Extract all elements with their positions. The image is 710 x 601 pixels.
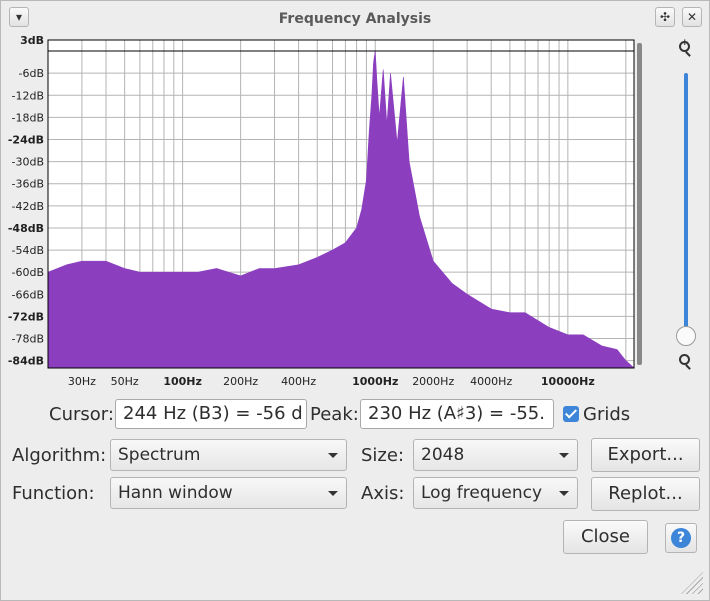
y-tick-label: -84dB	[8, 355, 44, 368]
y-tick-label: -60dB	[12, 266, 45, 279]
x-tick-label: 100Hz	[163, 375, 202, 388]
axis-select[interactable]: Log frequency	[413, 477, 578, 509]
window-title: Frequency Analysis	[278, 11, 432, 27]
function-value: Hann window	[118, 483, 233, 503]
help-button[interactable]: ?	[665, 523, 697, 553]
algorithm-select[interactable]: Spectrum	[110, 439, 347, 471]
close-window-button[interactable]: ✕	[682, 7, 702, 27]
x-tick-label: 2000Hz	[412, 375, 454, 388]
y-tick-label: -6dB	[19, 67, 45, 80]
y-tick-label: -42dB	[12, 200, 45, 213]
export-button[interactable]: Export...	[591, 438, 700, 472]
y-tick-label: -30dB	[12, 156, 45, 169]
frequency-analysis-window: ▾ Frequency Analysis ✣ ✕ 3dB -6dB -12dB -18…	[0, 0, 710, 601]
x-tick-label: 4000Hz	[470, 375, 512, 388]
x-tick-label: 1000Hz	[352, 375, 398, 388]
x-tick-label: 50Hz	[111, 375, 139, 388]
resize-grip[interactable]	[681, 572, 703, 594]
move-icon: ✣	[659, 10, 671, 24]
function-select[interactable]: Hann window	[110, 477, 347, 509]
cursor-field[interactable]: 244 Hz (B3) = -56 d	[115, 399, 307, 429]
y-tick-label: -78dB	[12, 333, 45, 346]
axis-value: Log frequency	[421, 483, 543, 503]
function-label: Function:	[12, 483, 95, 504]
zoom-slider-handle[interactable]	[676, 326, 696, 346]
y-tick-label: -72dB	[8, 310, 44, 323]
grids-checkbox[interactable]	[563, 406, 579, 422]
size-label: Size:	[361, 445, 405, 466]
chevron-down-icon	[328, 453, 338, 458]
x-tick-label: 200Hz	[223, 375, 258, 388]
zoom-in-icon[interactable]	[679, 38, 690, 52]
chevron-down-icon	[559, 453, 569, 458]
chevron-down-icon	[559, 491, 569, 496]
chevron-down-icon	[328, 491, 338, 496]
y-tick-label: -54dB	[12, 244, 45, 257]
maximize-button[interactable]: ✣	[655, 7, 675, 27]
title-bar[interactable]: ▾ Frequency Analysis ✣ ✕	[1, 1, 709, 35]
peak-label: Peak:	[310, 404, 359, 425]
peak-field[interactable]: 230 Hz (A♯3) = -55.	[360, 399, 554, 429]
close-button[interactable]: Close	[563, 520, 648, 554]
algorithm-label: Algorithm:	[12, 445, 107, 466]
y-tick-label: -66dB	[12, 288, 45, 301]
x-tick-label: 30Hz	[68, 375, 96, 388]
algorithm-value: Spectrum	[118, 445, 201, 465]
y-tick-label: -18dB	[12, 111, 45, 124]
zoom-out-icon[interactable]	[679, 351, 690, 365]
y-tick-label: -36dB	[12, 178, 45, 191]
spectrum-plot[interactable]: 3dB -6dB -12dB -18dB -24dB -30dB -36dB -42dB -48…	[1, 34, 641, 388]
plot-scrollbar[interactable]	[637, 43, 642, 365]
y-tick-label: -48dB	[8, 222, 44, 235]
x-tick-label: 10000Hz	[541, 375, 595, 388]
size-value: 2048	[421, 445, 465, 465]
help-icon: ?	[671, 528, 691, 548]
size-select[interactable]: 2048	[413, 439, 578, 471]
y-tick-label: -24dB	[8, 134, 44, 147]
zoom-slider[interactable]	[684, 73, 688, 337]
replot-button[interactable]: Replot...	[591, 477, 700, 511]
axis-label: Axis:	[361, 483, 405, 504]
y-tick-label: -12dB	[12, 89, 45, 102]
y-tick-label: 3dB	[20, 34, 44, 47]
x-tick-label: 400Hz	[281, 375, 316, 388]
grids-label: Grids	[583, 404, 631, 425]
close-icon: ✕	[686, 10, 698, 24]
cursor-label: Cursor:	[49, 404, 114, 425]
